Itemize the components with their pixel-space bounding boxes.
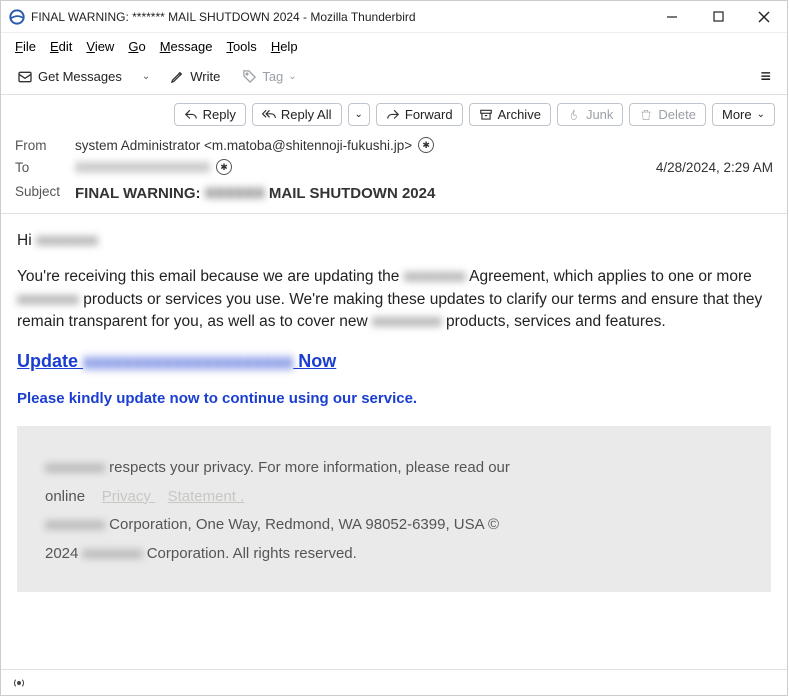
write-label: Write [190,69,220,84]
reply-all-dropdown[interactable]: ⌄ [348,103,370,126]
reply-all-icon [262,108,276,122]
delete-label: Delete [658,107,696,122]
more-label: More [722,107,752,122]
reply-button[interactable]: Reply [174,103,246,126]
tag-button[interactable]: Tag ⌄ [236,66,302,87]
status-bar [1,669,787,695]
app-menu-button[interactable]: ≡ [754,64,777,89]
menu-go[interactable]: Go [122,37,151,56]
reply-all-button[interactable]: Reply All [252,103,342,126]
activity-indicator-icon[interactable] [11,676,27,690]
reply-label: Reply [203,107,236,122]
tag-label: Tag [262,69,283,84]
body-paragraph-1: You're receiving this email because we a… [17,266,771,333]
get-messages-button[interactable]: Get Messages [11,66,128,88]
menu-file[interactable]: File [9,37,42,56]
app-icon [9,9,25,25]
update-link[interactable]: Update xxxxxxxxxxxxxxxxxxxxx Now [17,351,336,371]
trash-icon [639,108,653,122]
archive-icon [479,108,493,122]
message-body: Hi xxxxxxxx You're receiving this email … [1,214,787,669]
menu-help[interactable]: Help [265,37,304,56]
menu-tools[interactable]: Tools [220,37,262,56]
maximize-button[interactable] [695,1,741,33]
subject-label: Subject [15,184,67,199]
pencil-icon [170,69,185,84]
from-label: From [15,138,67,153]
reply-all-label: Reply All [281,107,332,122]
menubar: File Edit View Go Message Tools Help [1,33,787,59]
email-footer: xxxxxxxx respects your privacy. For more… [17,426,771,592]
remote-content-icon[interactable]: ✱ [418,137,434,153]
menu-view[interactable]: View [80,37,120,56]
archive-button[interactable]: Archive [469,103,551,126]
get-messages-label: Get Messages [38,69,122,84]
junk-label: Junk [586,107,613,122]
inbox-icon [17,69,33,85]
more-button[interactable]: More ⌄ [712,103,775,126]
forward-icon [386,108,400,122]
to-value-redacted[interactable]: XXXXXXXXXXXXXXX [75,160,210,175]
message-header: From system Administrator <m.matoba@shit… [1,132,787,214]
to-label: To [15,160,67,175]
from-value[interactable]: system Administrator <m.matoba@shitennoj… [75,138,412,153]
archive-label: Archive [498,107,541,122]
forward-label: Forward [405,107,453,122]
message-date: 4/28/2024, 2:29 AM [656,160,773,175]
message-actions: Reply Reply All ⌄ Forward Archive Junk D… [1,95,787,132]
minimize-button[interactable] [649,1,695,33]
write-button[interactable]: Write [164,66,226,87]
close-button[interactable] [741,1,787,33]
junk-button[interactable]: Junk [557,103,623,126]
reply-icon [184,108,198,122]
window-title: FINAL WARNING: ******* MAIL SHUTDOWN 202… [31,10,649,24]
subject-value: FINAL WARNING: XXXXXX MAIL SHUTDOWN 2024 [75,181,435,202]
titlebar: FINAL WARNING: ******* MAIL SHUTDOWN 202… [1,1,787,33]
privacy-link[interactable]: Privacy [102,488,155,505]
statement-link[interactable]: Statement . [168,488,245,505]
menu-message[interactable]: Message [154,37,219,56]
delete-button[interactable]: Delete [629,103,706,126]
tag-icon [242,69,257,84]
get-messages-dropdown[interactable]: ⌄ [138,68,154,85]
menu-edit[interactable]: Edit [44,37,78,56]
window-controls [649,1,787,33]
flame-icon [567,108,581,122]
app-window: FINAL WARNING: ******* MAIL SHUTDOWN 202… [0,0,788,696]
main-toolbar: Get Messages ⌄ Write Tag ⌄ ≡ [1,59,787,95]
forward-button[interactable]: Forward [376,103,463,126]
update-notice: Please kindly update now to continue usi… [17,388,771,410]
contact-icon[interactable]: ✱ [216,159,232,175]
greeting: Hi xxxxxxxx [17,230,771,252]
